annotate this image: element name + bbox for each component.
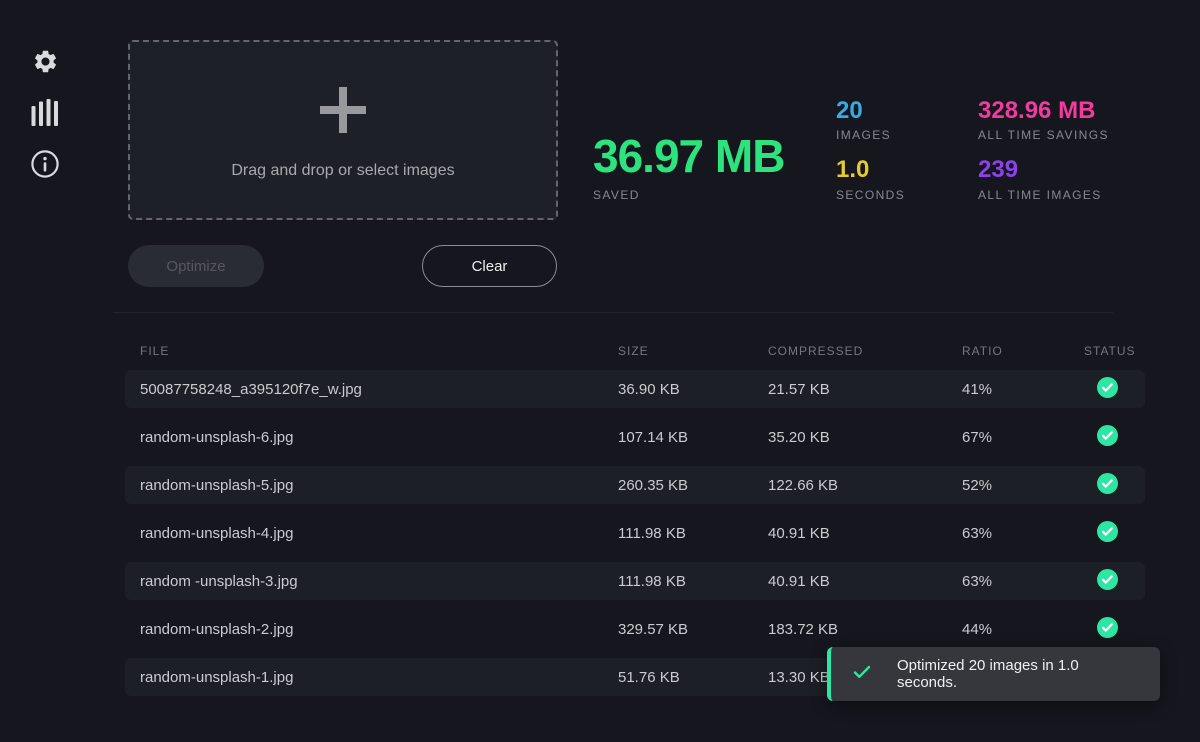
table-row: random -unsplash-3.jpg 111.98 KB 40.91 K… bbox=[125, 562, 1145, 600]
compressed-cell: 40.91 KB bbox=[753, 573, 947, 590]
settings-button[interactable] bbox=[28, 46, 62, 80]
size-cell: 111.98 KB bbox=[603, 525, 753, 542]
stat-column-alltime: 328.96 MB ALL TIME SAVINGS 239 ALL TIME … bbox=[978, 98, 1109, 217]
file-name-cell: 50087758248_a395120f7e_w.jpg bbox=[125, 381, 603, 398]
status-cell bbox=[1069, 617, 1145, 642]
alltime-images-label: ALL TIME IMAGES bbox=[978, 188, 1109, 202]
status-cell bbox=[1069, 521, 1145, 546]
compressed-cell: 183.72 KB bbox=[753, 621, 947, 638]
plus-icon bbox=[318, 85, 368, 140]
check-circle-icon bbox=[1097, 521, 1118, 546]
seconds-value: 1.0 bbox=[836, 157, 905, 183]
images-value: 20 bbox=[836, 98, 905, 124]
ratio-cell: 41% bbox=[947, 381, 1069, 398]
stat-saved: 36.97 MB SAVED bbox=[593, 133, 784, 202]
optimize-button[interactable]: Optimize bbox=[128, 245, 264, 287]
size-cell: 107.14 KB bbox=[603, 429, 753, 446]
ratio-cell: 44% bbox=[947, 621, 1069, 638]
status-cell bbox=[1069, 377, 1145, 402]
size-cell: 51.76 KB bbox=[603, 669, 753, 686]
ratio-cell: 52% bbox=[947, 477, 1069, 494]
ratio-cell: 63% bbox=[947, 525, 1069, 542]
file-name-cell: random-unsplash-1.jpg bbox=[125, 669, 603, 686]
column-header-ratio: RATIO bbox=[947, 344, 1069, 358]
check-icon bbox=[853, 665, 871, 684]
ratio-cell: 63% bbox=[947, 573, 1069, 590]
stat-seconds: 1.0 SECONDS bbox=[836, 157, 905, 201]
stat-alltime-savings: 328.96 MB ALL TIME SAVINGS bbox=[978, 98, 1109, 142]
file-name-cell: random-unsplash-6.jpg bbox=[125, 429, 603, 446]
stat-images: 20 IMAGES bbox=[836, 98, 905, 142]
compressed-cell: 40.91 KB bbox=[753, 525, 947, 542]
compressed-cell: 35.20 KB bbox=[753, 429, 947, 446]
file-name-cell: random-unsplash-5.jpg bbox=[125, 477, 603, 494]
compressed-cell: 21.57 KB bbox=[753, 381, 947, 398]
file-name-cell: random-unsplash-2.jpg bbox=[125, 621, 603, 638]
seconds-label: SECONDS bbox=[836, 188, 905, 202]
table-row: random-unsplash-6.jpg 107.14 KB 35.20 KB… bbox=[125, 418, 1145, 456]
ratio-cell: 67% bbox=[947, 429, 1069, 446]
saved-label: SAVED bbox=[593, 188, 784, 202]
size-cell: 329.57 KB bbox=[603, 621, 753, 638]
table-row: 50087758248_a395120f7e_w.jpg 36.90 KB 21… bbox=[125, 370, 1145, 408]
alltime-savings-label: ALL TIME SAVINGS bbox=[978, 128, 1109, 142]
table-row: random-unsplash-2.jpg 329.57 KB 183.72 K… bbox=[125, 610, 1145, 648]
check-circle-icon bbox=[1097, 377, 1118, 402]
clear-button[interactable]: Clear bbox=[422, 245, 557, 287]
alltime-savings-value: 328.96 MB bbox=[978, 98, 1109, 124]
stat-column-session: 20 IMAGES 1.0 SECONDS bbox=[836, 98, 905, 217]
size-cell: 260.35 KB bbox=[603, 477, 753, 494]
column-header-file: FILE bbox=[125, 344, 603, 358]
compressed-cell: 122.66 KB bbox=[753, 477, 947, 494]
stats-button[interactable] bbox=[28, 97, 62, 131]
section-divider bbox=[113, 312, 1113, 313]
status-cell bbox=[1069, 569, 1145, 594]
app-window: Drag and drop or select images 36.97 MB … bbox=[0, 0, 1200, 742]
size-cell: 36.90 KB bbox=[603, 381, 753, 398]
check-circle-icon bbox=[1097, 473, 1118, 498]
stat-alltime-images: 239 ALL TIME IMAGES bbox=[978, 157, 1109, 201]
column-header-status: STATUS bbox=[1069, 344, 1145, 358]
check-circle-icon bbox=[1097, 425, 1118, 450]
check-circle-icon bbox=[1097, 617, 1118, 642]
alltime-images-value: 239 bbox=[978, 157, 1109, 183]
dropzone[interactable]: Drag and drop or select images bbox=[128, 40, 558, 220]
about-button[interactable] bbox=[28, 148, 62, 182]
status-cell bbox=[1069, 425, 1145, 450]
info-icon bbox=[30, 149, 60, 182]
saved-value: 36.97 MB bbox=[593, 133, 784, 179]
bar-chart-icon bbox=[31, 98, 59, 131]
table-header: FILE SIZE COMPRESSED RATIO STATUS bbox=[125, 340, 1145, 362]
gear-icon bbox=[32, 48, 59, 78]
file-name-cell: random -unsplash-3.jpg bbox=[125, 573, 603, 590]
table-row: random-unsplash-4.jpg 111.98 KB 40.91 KB… bbox=[125, 514, 1145, 552]
status-cell bbox=[1069, 473, 1145, 498]
dropzone-label: Drag and drop or select images bbox=[231, 162, 454, 180]
table-row: random-unsplash-5.jpg 260.35 KB 122.66 K… bbox=[125, 466, 1145, 504]
toast-notification: Optimized 20 images in 1.0 seconds. bbox=[827, 647, 1160, 701]
size-cell: 111.98 KB bbox=[603, 573, 753, 590]
file-name-cell: random-unsplash-4.jpg bbox=[125, 525, 603, 542]
column-header-compressed: COMPRESSED bbox=[753, 344, 947, 358]
column-header-size: SIZE bbox=[603, 344, 753, 358]
images-label: IMAGES bbox=[836, 128, 905, 142]
sidebar bbox=[0, 0, 90, 742]
toast-message: Optimized 20 images in 1.0 seconds. bbox=[897, 657, 1142, 691]
check-circle-icon bbox=[1097, 569, 1118, 594]
